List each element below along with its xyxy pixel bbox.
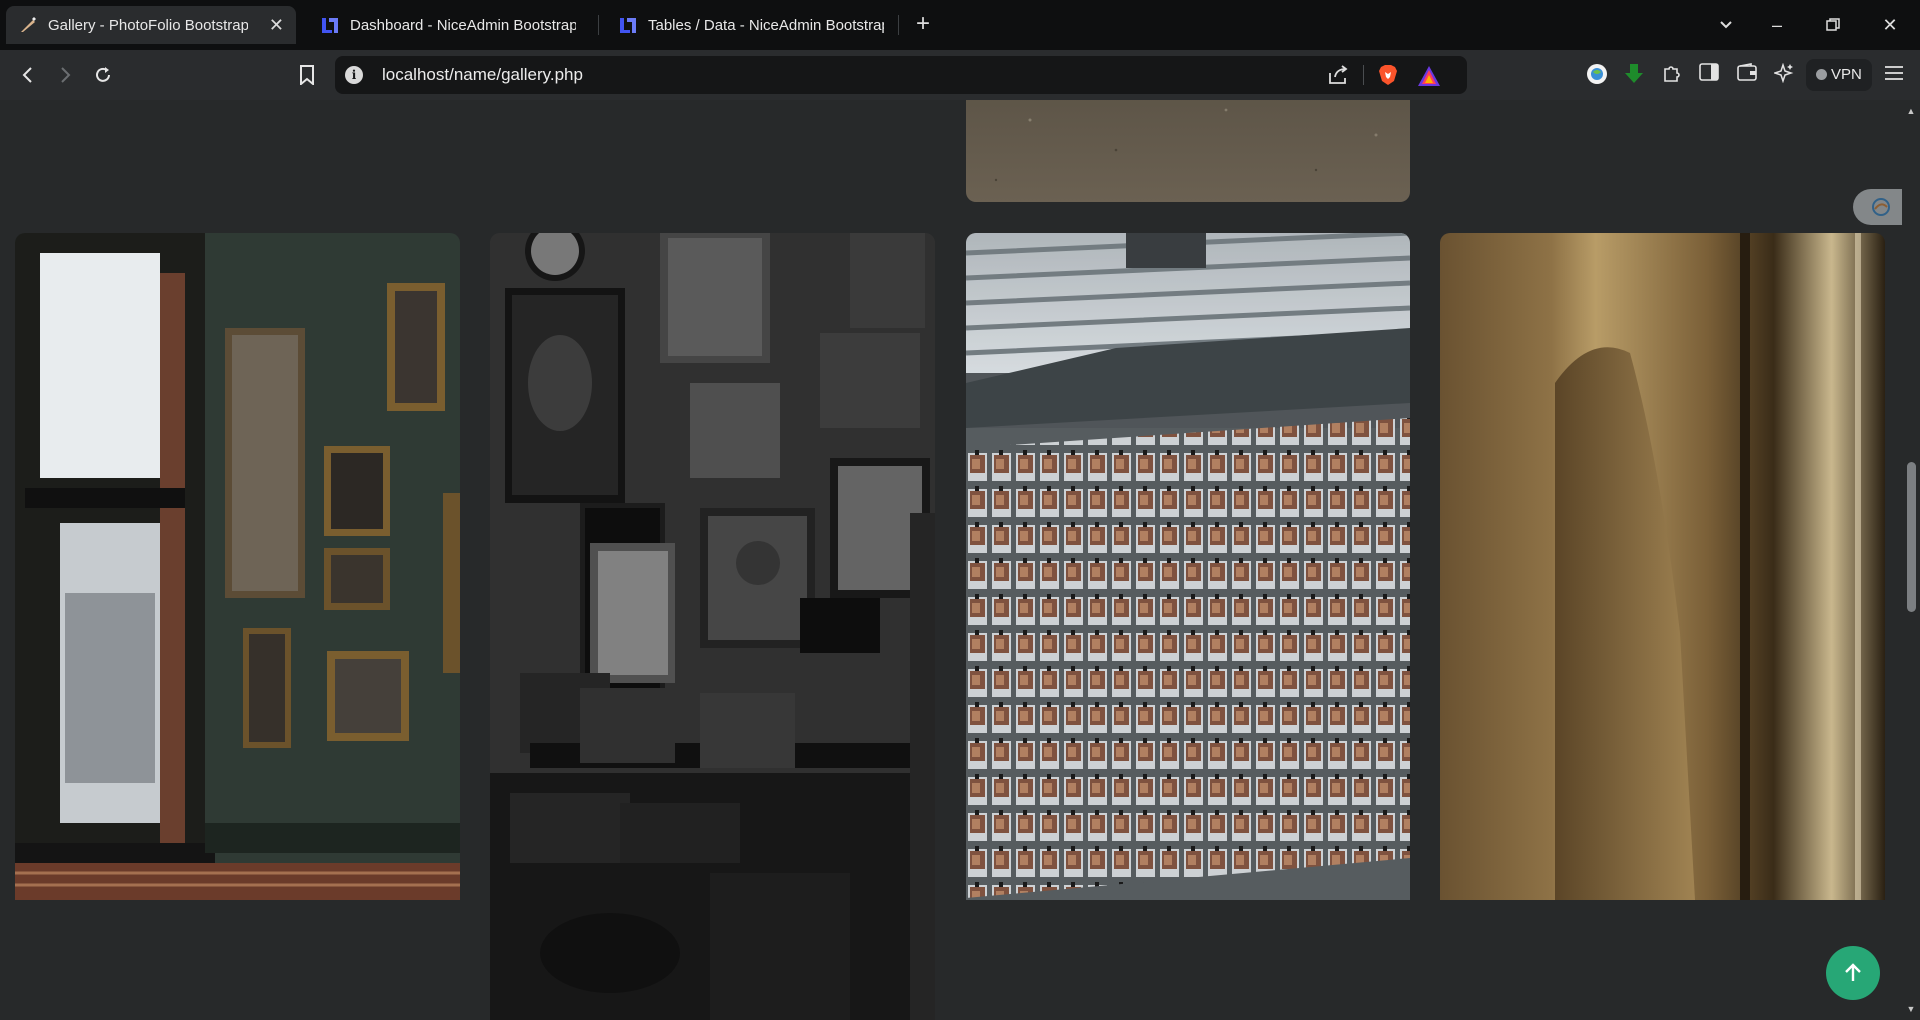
gallery-item-curved-column[interactable] bbox=[1440, 233, 1885, 900]
download-icon[interactable] bbox=[1622, 63, 1646, 87]
share-icon[interactable] bbox=[1327, 65, 1349, 85]
reload-button[interactable] bbox=[88, 60, 118, 90]
gallery-photo-polaroid-wall bbox=[966, 233, 1410, 900]
sidebar-toggle-icon[interactable] bbox=[1697, 63, 1721, 87]
page-viewport bbox=[0, 100, 1920, 1020]
gallery-item-road[interactable] bbox=[966, 100, 1410, 202]
back-button[interactable] bbox=[13, 60, 43, 90]
niceadmin-favicon-icon bbox=[320, 15, 340, 35]
scroll-up-arrow-icon[interactable]: ▲ bbox=[1906, 106, 1916, 116]
new-tab-button[interactable]: + bbox=[910, 12, 936, 38]
brave-rewards-icon[interactable] bbox=[1417, 65, 1441, 87]
scrollbar-thumb[interactable] bbox=[1907, 462, 1916, 612]
tab-tables[interactable]: Tables / Data - NiceAdmin Bootstrap bbox=[606, 6, 896, 44]
leo-ai-sparkle-icon[interactable] bbox=[1772, 62, 1796, 87]
vpn-button[interactable]: VPN bbox=[1806, 59, 1872, 91]
vpn-label: VPN bbox=[1831, 66, 1862, 83]
main-menu-icon[interactable] bbox=[1882, 63, 1906, 87]
extensions-puzzle-icon[interactable] bbox=[1660, 63, 1684, 87]
tab-title: Gallery - PhotoFolio Bootstrap bbox=[48, 16, 248, 34]
extension-globe-icon[interactable] bbox=[1585, 63, 1609, 87]
page-scrollbar[interactable]: ▲ ▼ bbox=[1902, 100, 1920, 1020]
vpn-status-dot-icon bbox=[1816, 69, 1827, 80]
tab-title: Tables / Data - NiceAdmin Bootstrap bbox=[648, 16, 884, 34]
bookmark-icon[interactable] bbox=[292, 60, 322, 90]
url-divider bbox=[1363, 65, 1364, 85]
gallery-photo-framed-wall bbox=[15, 233, 460, 900]
tab-dashboard[interactable]: Dashboard - NiceAdmin Bootstrap T bbox=[308, 6, 588, 44]
gallery-photo-curved-column bbox=[1440, 233, 1885, 900]
brave-shields-icon[interactable] bbox=[1377, 64, 1399, 86]
tab-title: Dashboard - NiceAdmin Bootstrap T bbox=[350, 16, 576, 34]
restore-window-button[interactable] bbox=[1818, 10, 1848, 40]
photofolio-favicon-icon bbox=[18, 15, 38, 35]
scroll-down-arrow-icon[interactable]: ▼ bbox=[1906, 1004, 1916, 1014]
address-bar[interactable]: i localhost/name/gallery.php bbox=[335, 56, 1467, 94]
browser-toolbar: i localhost/name/gallery.php VPN bbox=[0, 50, 1920, 100]
widget-logo-icon bbox=[1871, 197, 1891, 217]
tab-search-chevron-icon[interactable] bbox=[1711, 10, 1741, 40]
tab-separator bbox=[598, 15, 599, 35]
arrow-up-icon bbox=[1842, 963, 1864, 990]
close-window-button[interactable]: ✕ bbox=[1875, 10, 1905, 40]
gallery-photo-memorabilia bbox=[490, 233, 935, 1020]
side-widget-tab[interactable] bbox=[1853, 189, 1903, 225]
close-tab-icon[interactable]: ✕ bbox=[269, 15, 284, 36]
wallet-icon[interactable] bbox=[1735, 63, 1759, 87]
tab-separator bbox=[898, 15, 899, 35]
tab-gallery[interactable]: Gallery - PhotoFolio Bootstrap ✕ bbox=[6, 6, 296, 44]
back-to-top-button[interactable] bbox=[1826, 946, 1880, 1000]
niceadmin-favicon-icon bbox=[618, 15, 638, 35]
site-info-icon[interactable]: i bbox=[345, 66, 363, 84]
minimize-window-button[interactable]: – bbox=[1762, 10, 1792, 40]
url-text[interactable]: localhost/name/gallery.php bbox=[382, 56, 583, 94]
forward-button[interactable] bbox=[50, 60, 80, 90]
gallery-item-memorabilia[interactable] bbox=[490, 233, 935, 1020]
tab-strip: Gallery - PhotoFolio Bootstrap ✕ Dashboa… bbox=[0, 0, 1920, 50]
gallery-item-framed-wall[interactable] bbox=[15, 233, 460, 900]
gallery-item-polaroid-wall[interactable] bbox=[966, 233, 1410, 900]
gallery-photo-road bbox=[966, 100, 1410, 202]
